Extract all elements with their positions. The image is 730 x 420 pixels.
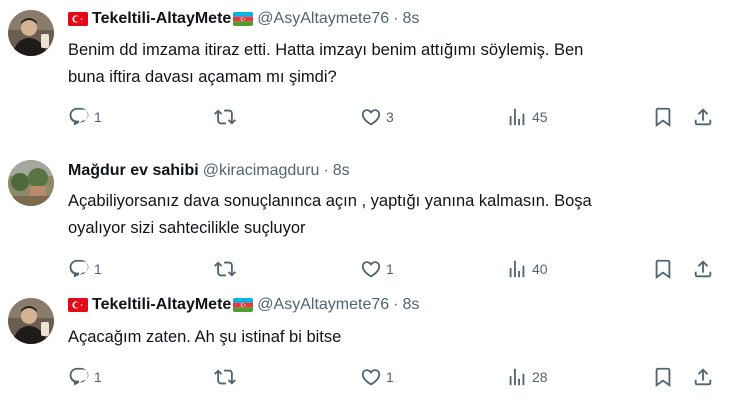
views-count: 45 bbox=[532, 109, 548, 125]
bookmark-icon bbox=[652, 366, 674, 388]
views-icon bbox=[506, 258, 528, 280]
share-button[interactable] bbox=[692, 366, 714, 388]
separator-dot: · bbox=[323, 162, 329, 179]
author-name[interactable]: Tekeltili-AltayMete bbox=[92, 10, 231, 28]
tweet[interactable]: Tekeltili-AltayMete @AsyAltaymete76 · 8s… bbox=[0, 0, 730, 140]
tweet-header: Mağdur ev sahibi @kiracimagduru · 8s bbox=[68, 162, 350, 180]
avatar[interactable] bbox=[8, 298, 54, 344]
tweet-time[interactable]: 8s bbox=[402, 296, 419, 314]
retweet-icon bbox=[214, 106, 236, 128]
azerbaijan-flag-icon bbox=[233, 12, 254, 26]
share-button[interactable] bbox=[692, 258, 714, 280]
like-button[interactable]: 1 bbox=[360, 366, 394, 388]
avatar[interactable] bbox=[8, 160, 54, 206]
author-name[interactable]: Tekeltili-AltayMete bbox=[92, 296, 231, 314]
azerbaijan-flag-icon bbox=[233, 298, 254, 312]
views-icon bbox=[506, 106, 528, 128]
views-button[interactable]: 28 bbox=[506, 366, 548, 388]
tweet-time[interactable]: 8s bbox=[402, 10, 419, 28]
action-bar: 1 1 28 bbox=[68, 366, 718, 390]
turkey-flag-icon bbox=[68, 12, 88, 26]
like-count: 1 bbox=[386, 369, 394, 385]
bookmark-button[interactable] bbox=[652, 258, 674, 280]
avatar[interactable] bbox=[8, 10, 54, 56]
views-count: 28 bbox=[532, 369, 548, 385]
like-count: 3 bbox=[386, 109, 394, 125]
action-bar: 1 1 40 bbox=[68, 258, 718, 282]
turkey-flag-icon bbox=[68, 298, 88, 312]
tweet-header: Tekeltili-AltayMete @AsyAltaymete76 · 8s bbox=[68, 296, 419, 314]
retweet-button[interactable] bbox=[214, 366, 236, 388]
separator-dot: · bbox=[393, 10, 399, 27]
like-button[interactable]: 3 bbox=[360, 106, 394, 128]
views-button[interactable]: 45 bbox=[506, 106, 548, 128]
share-icon bbox=[692, 258, 714, 280]
tweet[interactable]: Mağdur ev sahibi @kiracimagduru · 8s Aça… bbox=[0, 148, 730, 288]
heart-icon bbox=[360, 366, 382, 388]
views-icon bbox=[506, 366, 528, 388]
reply-icon bbox=[68, 106, 90, 128]
retweet-icon bbox=[214, 366, 236, 388]
author-name[interactable]: Mağdur ev sahibi bbox=[68, 162, 199, 180]
views-count: 40 bbox=[532, 261, 548, 277]
bookmark-icon bbox=[652, 258, 674, 280]
author-handle[interactable]: @AsyAltaymete76 bbox=[257, 10, 389, 28]
reply-icon bbox=[68, 366, 90, 388]
tweet-text: Benim dd imzama itiraz etti. Hatta imzay… bbox=[68, 41, 584, 86]
heart-icon bbox=[360, 106, 382, 128]
share-icon bbox=[692, 106, 714, 128]
reply-icon bbox=[68, 258, 90, 280]
tweet-text: Açacağım zaten. Ah şu istinaf bi bitse bbox=[68, 328, 342, 346]
reply-count: 1 bbox=[94, 109, 102, 125]
retweet-icon bbox=[214, 258, 236, 280]
reply-button[interactable]: 1 bbox=[68, 258, 102, 280]
action-bar: 1 3 45 bbox=[68, 106, 718, 130]
reply-button[interactable]: 1 bbox=[68, 106, 102, 128]
views-button[interactable]: 40 bbox=[506, 258, 548, 280]
bookmark-button[interactable] bbox=[652, 106, 674, 128]
reply-count: 1 bbox=[94, 369, 102, 385]
share-icon bbox=[692, 366, 714, 388]
retweet-button[interactable] bbox=[214, 106, 236, 128]
tweet-header: Tekeltili-AltayMete @AsyAltaymete76 · 8s bbox=[68, 10, 419, 28]
tweet[interactable]: Tekeltili-AltayMete @AsyAltaymete76 · 8s… bbox=[0, 288, 730, 420]
retweet-button[interactable] bbox=[214, 258, 236, 280]
author-handle[interactable]: @AsyAltaymete76 bbox=[257, 296, 389, 314]
tweet-time[interactable]: 8s bbox=[333, 162, 350, 180]
like-button[interactable]: 1 bbox=[360, 258, 394, 280]
author-handle[interactable]: @kiracimagduru bbox=[203, 162, 320, 180]
bookmark-icon bbox=[652, 106, 674, 128]
reply-count: 1 bbox=[94, 261, 102, 277]
reply-button[interactable]: 1 bbox=[68, 366, 102, 388]
heart-icon bbox=[360, 258, 382, 280]
share-button[interactable] bbox=[692, 106, 714, 128]
tweet-text: Açabiliyorsanız dava sonuçlanınca açın ,… bbox=[68, 192, 592, 237]
like-count: 1 bbox=[386, 261, 394, 277]
separator-dot: · bbox=[393, 296, 399, 313]
bookmark-button[interactable] bbox=[652, 366, 674, 388]
